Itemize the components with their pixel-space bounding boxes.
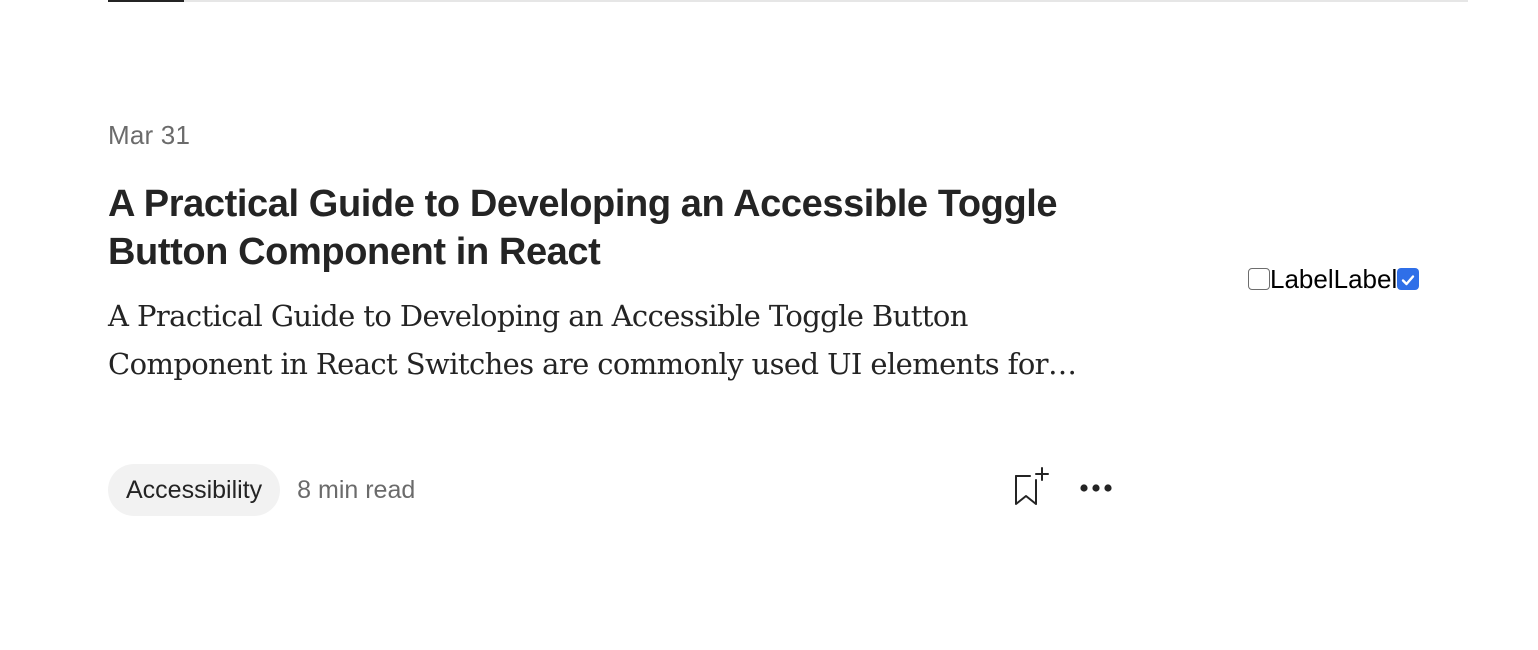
- checkbox-label-1: Label: [1270, 264, 1334, 294]
- topic-tag[interactable]: Accessibility: [108, 464, 281, 516]
- tab-underline-active: [108, 0, 184, 2]
- post-excerpt[interactable]: A Practical Guide to Developing an Acces…: [108, 292, 1108, 388]
- checkbox-unchecked[interactable]: [1248, 268, 1270, 290]
- toggle-demo: Label Label: [1248, 264, 1420, 294]
- bookmark-add-icon: [1010, 464, 1050, 513]
- check-icon: [1400, 264, 1416, 294]
- read-time: 8 min read: [297, 475, 416, 504]
- tab-underline-track: [108, 0, 1468, 2]
- more-options-button[interactable]: [1076, 470, 1116, 510]
- post-title[interactable]: A Practical Guide to Developing an Acces…: [108, 180, 1118, 276]
- checkbox-checked[interactable]: [1397, 268, 1420, 290]
- post-meta-row: Accessibility 8 min read: [108, 464, 415, 516]
- post-date: Mar 31: [108, 120, 191, 150]
- save-bookmark-button[interactable]: [1008, 464, 1052, 512]
- more-horizontal-icon: [1078, 481, 1114, 499]
- checkbox-label-2: Label: [1333, 264, 1398, 294]
